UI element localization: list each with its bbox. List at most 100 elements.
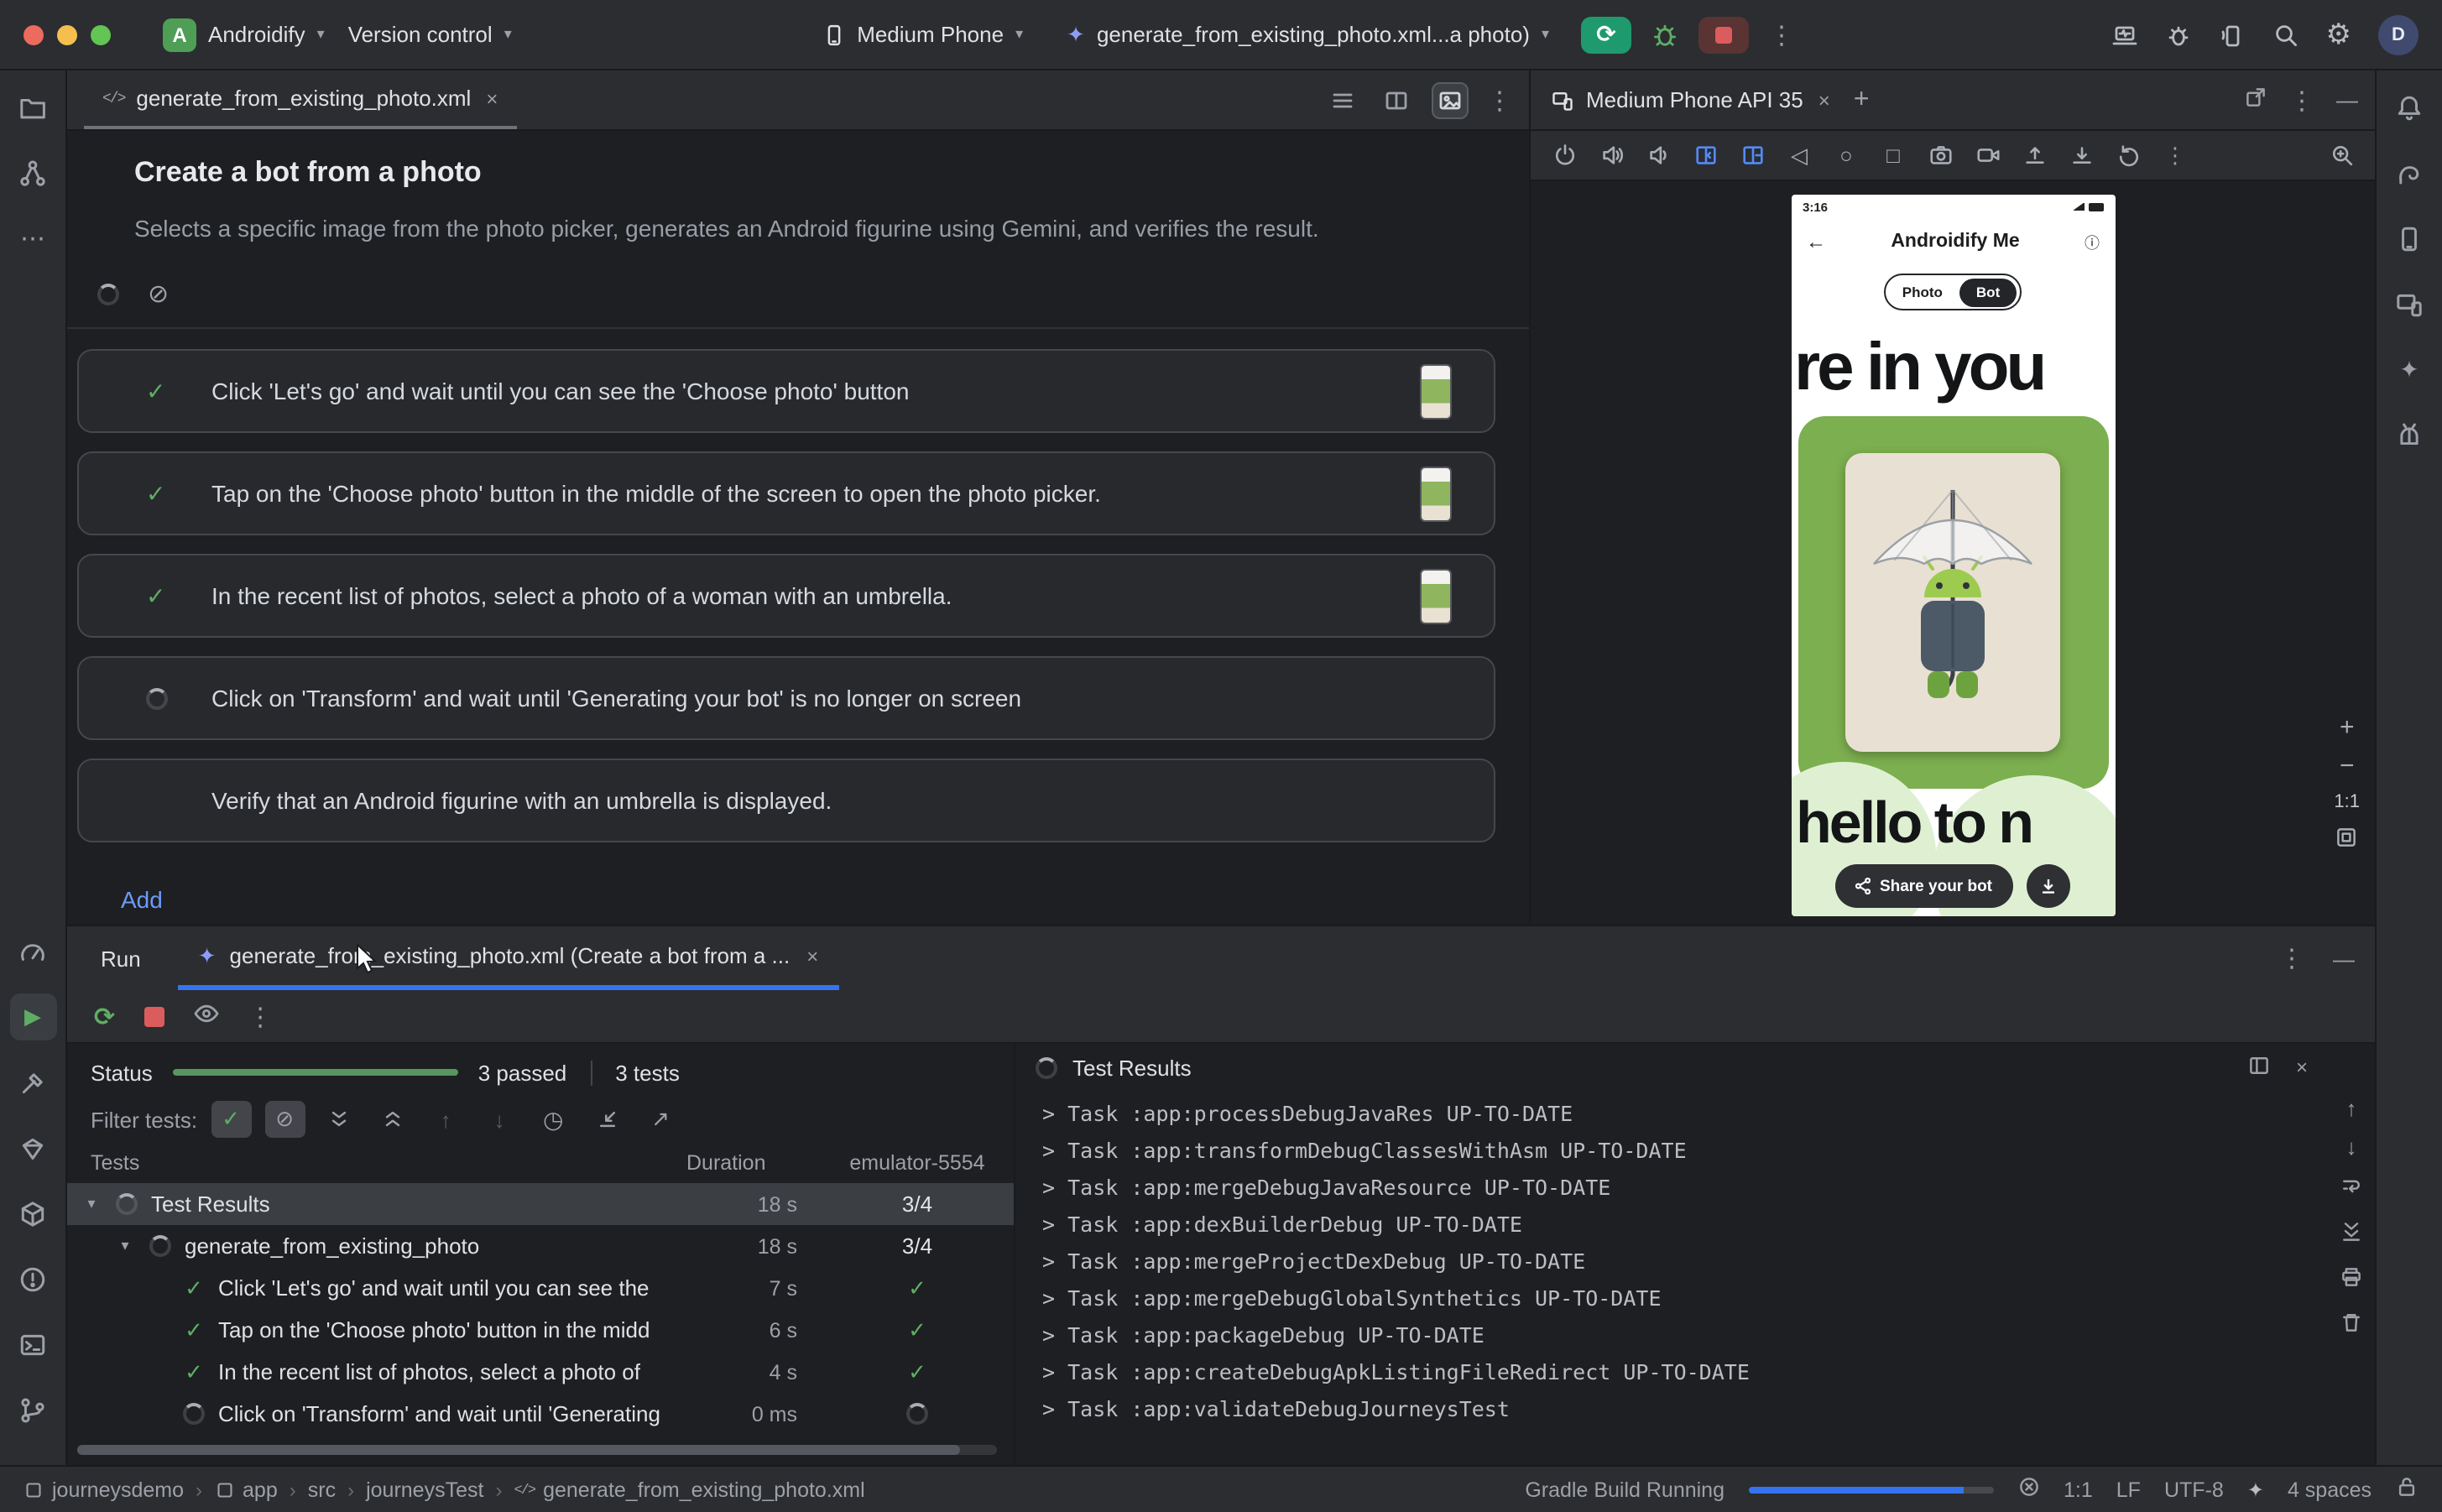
run-tool-window-icon[interactable]: ▶ xyxy=(9,993,56,1040)
preview-toggle-icon[interactable] xyxy=(1433,83,1467,117)
profiler-icon[interactable] xyxy=(2111,21,2137,48)
zoom-fit-icon[interactable] xyxy=(2335,826,2359,854)
journey-step[interactable]: ✓ Tap on the 'Choose photo' button in th… xyxy=(77,451,1495,535)
ai-sparkle-icon[interactable]: ✦ xyxy=(2247,1478,2264,1501)
collapse-all-icon[interactable] xyxy=(372,1101,412,1138)
device-mirroring-icon[interactable] xyxy=(2218,21,2245,48)
journey-step[interactable]: ✓ Click 'Let's go' and wait until you ca… xyxy=(77,349,1495,433)
tests-horizontal-scrollbar[interactable] xyxy=(77,1445,997,1455)
clear-console-trash-icon[interactable] xyxy=(2340,1311,2363,1339)
lock-icon[interactable] xyxy=(2395,1475,2419,1504)
download-icon[interactable] xyxy=(2061,137,2101,174)
device-selector[interactable]: Medium Phone ▾ xyxy=(810,15,1035,54)
device-explorer-icon[interactable] xyxy=(2386,215,2433,262)
breadcrumb-item[interactable]: journeysTest xyxy=(366,1478,483,1501)
run-toolbar-kebab-icon[interactable]: ⋮ xyxy=(248,1001,273,1031)
close-icon[interactable]: × xyxy=(486,86,498,110)
unfold-device-icon[interactable] xyxy=(1732,137,1772,174)
file-encoding[interactable]: UTF-8 xyxy=(2164,1478,2224,1501)
print-icon[interactable] xyxy=(2340,1265,2363,1294)
show-ignored-toggle[interactable]: ⊘ xyxy=(264,1101,305,1138)
editor-kebab-icon[interactable]: ⋮ xyxy=(1487,85,1512,115)
journey-description[interactable]: Selects a specific image from the photo … xyxy=(134,215,1462,242)
device-kebab-icon[interactable]: ⋮ xyxy=(2289,85,2314,115)
test-tree-row[interactable]: ▾ ✓ Click 'Let's go' and wait until you … xyxy=(67,1267,1014,1309)
add-device-tab-icon[interactable]: + xyxy=(1854,85,1870,115)
close-icon[interactable]: × xyxy=(806,944,818,967)
cancel-build-icon[interactable] xyxy=(2017,1475,2040,1504)
export-tests-icon[interactable]: ↗ xyxy=(640,1101,681,1138)
close-icon[interactable]: × xyxy=(1818,88,1830,112)
notifications-bell-icon[interactable] xyxy=(2386,84,2433,131)
test-filter-eye-icon[interactable] xyxy=(192,1000,219,1032)
open-in-window-icon[interactable] xyxy=(2244,86,2267,114)
maximize-window-button[interactable] xyxy=(91,24,111,44)
test-tree-row[interactable]: ▾ generate_from_existing_photo 18 s 3/4 xyxy=(67,1225,1014,1267)
previous-failed-icon[interactable]: ↑ xyxy=(425,1101,466,1138)
running-devices-icon[interactable] xyxy=(2386,280,2433,327)
gradle-icon[interactable] xyxy=(2386,149,2433,196)
step-thumbnail[interactable] xyxy=(1422,467,1450,519)
minimize-window-button[interactable] xyxy=(57,24,77,44)
indent-setting[interactable]: 4 spaces xyxy=(2288,1478,2372,1501)
download-bot-button[interactable] xyxy=(2026,864,2069,908)
phone-screen[interactable]: 3:16 ← Androidify Me ⓘ Photo Bot xyxy=(1791,195,2115,916)
user-avatar[interactable]: D xyxy=(2378,14,2419,55)
stop-tests-icon[interactable] xyxy=(143,1006,164,1026)
nav-home-icon[interactable]: ○ xyxy=(1826,137,1866,174)
run-configuration-selector[interactable]: ✦ generate_from_existing_photo.xml...a p… xyxy=(1055,14,1561,55)
editor-tab[interactable]: </> generate_from_existing_photo.xml × xyxy=(84,70,516,129)
vcs-selector[interactable]: Version control ▾ xyxy=(337,15,524,54)
build-icon[interactable] xyxy=(9,1190,56,1237)
info-icon[interactable]: ⓘ xyxy=(2085,231,2100,253)
soft-wrap-icon[interactable] xyxy=(2340,1175,2363,1203)
restore-snapshot-icon[interactable] xyxy=(2108,137,2148,174)
debug-button[interactable] xyxy=(1651,21,1678,48)
git-branch-icon[interactable] xyxy=(9,1386,56,1433)
terminal-icon[interactable] xyxy=(9,1321,56,1368)
expand-all-icon[interactable] xyxy=(318,1101,358,1138)
journey-step[interactable]: Verify that an Android figurine with an … xyxy=(77,759,1495,842)
upload-icon[interactable] xyxy=(2014,137,2054,174)
scroll-to-end-icon[interactable] xyxy=(2340,1220,2363,1249)
console-output[interactable]: > Task :app:processDebugJavaRes UP-TO-DA… xyxy=(1015,1091,2375,1465)
project-folder-icon[interactable] xyxy=(9,84,56,131)
step-thumbnail[interactable] xyxy=(1422,365,1450,417)
caret-position[interactable]: 1:1 xyxy=(2064,1478,2093,1501)
more-actions-kebab-icon[interactable]: ⋮ xyxy=(1769,19,1794,50)
next-failed-icon[interactable]: ↓ xyxy=(479,1101,519,1138)
gem-icon[interactable] xyxy=(9,1124,56,1171)
nav-back-icon[interactable]: ◁ xyxy=(1779,137,1819,174)
breadcrumb-item[interactable]: app xyxy=(214,1478,278,1501)
test-history-clock-icon[interactable]: ◷ xyxy=(533,1101,573,1138)
zoom-level[interactable]: 1:1 xyxy=(2334,792,2360,812)
screen-record-icon[interactable] xyxy=(1967,137,2007,174)
close-icon[interactable]: × xyxy=(2296,1056,2308,1079)
step-thumbnail[interactable] xyxy=(1422,570,1450,622)
show-passed-toggle[interactable]: ✓ xyxy=(211,1101,251,1138)
volume-down-icon[interactable] xyxy=(1638,137,1678,174)
close-window-button[interactable] xyxy=(23,24,44,44)
console-layout-icon[interactable] xyxy=(2247,1053,2271,1082)
run-panel-kebab-icon[interactable]: ⋮ xyxy=(2279,943,2304,973)
test-tree-row[interactable]: ▾ Click on 'Transform' and wait until 'G… xyxy=(67,1393,1014,1435)
back-arrow-icon[interactable]: ← xyxy=(1806,230,1826,253)
split-editor-icon[interactable] xyxy=(1380,83,1413,117)
app-insights-bug-icon[interactable] xyxy=(2164,21,2191,48)
zoom-in-button[interactable]: + xyxy=(2340,715,2355,740)
scroll-up-icon[interactable]: ↑ xyxy=(2346,1098,2357,1119)
power-icon[interactable] xyxy=(1544,137,1584,174)
run-tab[interactable]: ✦ generate_from_existing_photo.xml (Crea… xyxy=(178,926,839,990)
zoom-out-button[interactable]: − xyxy=(2340,753,2355,779)
screenshot-camera-icon[interactable] xyxy=(1920,137,1960,174)
journey-step[interactable]: Click on 'Transform' and wait until 'Gen… xyxy=(77,656,1495,740)
list-view-icon[interactable] xyxy=(1326,83,1359,117)
volume-up-icon[interactable] xyxy=(1591,137,1631,174)
breadcrumb-item[interactable]: src xyxy=(308,1478,336,1501)
stop-journey-icon[interactable]: ⊘ xyxy=(148,279,169,309)
share-bot-button[interactable]: Share your bot xyxy=(1836,864,2012,908)
structure-icon[interactable] xyxy=(9,149,56,196)
hide-panel-icon[interactable]: — xyxy=(2336,87,2358,112)
add-step-button[interactable]: Add xyxy=(121,886,163,913)
rerun-button[interactable]: ⟳ xyxy=(1581,16,1631,53)
